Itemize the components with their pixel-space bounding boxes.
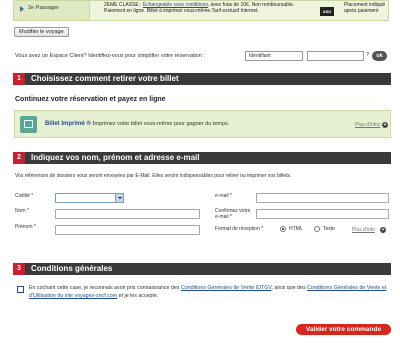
format-html-label: HTML: [289, 226, 303, 232]
chevron-down-icon: [115, 194, 123, 202]
printer-icon: [20, 116, 37, 133]
section-2-title: Indiquez vos nom, prénom et adresse e-ma…: [31, 153, 200, 162]
nom-input[interactable]: [55, 209, 200, 219]
email-label: e-mail *: [215, 193, 232, 199]
fare-conditions: 2EME CLASSE : Echangeable sous condition…: [104, 2, 314, 15]
section-2-number: 2: [13, 152, 25, 164]
plus-icon[interactable]: +: [380, 227, 386, 233]
billet-imprime-description: Imprimez votre billet vous-même pour gag…: [93, 121, 230, 127]
cgv-idtgv-link[interactable]: Conditions Générales de Vente IDTGV: [181, 285, 272, 291]
nom-label: Nom *: [15, 208, 29, 214]
placement-text: Placement indiqué après paiement: [344, 2, 386, 15]
format-texte-label: Texte: [323, 226, 335, 232]
prenom-label: Prénom *: [15, 224, 36, 230]
section-3-title: Conditions générales: [31, 264, 113, 273]
conditions-text: En cochant cette case, je reconnais avoi…: [29, 284, 389, 300]
plus-info-link[interactable]: Plus d'infos: [355, 122, 380, 128]
email-note: Vos références de dossiers vous seront e…: [15, 173, 292, 179]
section-3-number: 3: [13, 263, 25, 275]
email-input[interactable]: [256, 193, 389, 203]
identifiant-input[interactable]: Identifiant: [245, 51, 303, 61]
format-label: Format de réception *: [215, 226, 264, 232]
confirm-email-label: Confirmez votre e-mail *: [215, 208, 251, 220]
exchange-conditions-link[interactable]: Echangeable sous conditions: [143, 2, 208, 8]
format-html-radio[interactable]: [280, 226, 286, 232]
passenger-cell: 2e Passager: [14, 1, 90, 20]
conditions-text-c: et je les accepte.: [117, 293, 159, 299]
help-link[interactable]: ?: [366, 52, 369, 58]
plus-icon[interactable]: +: [382, 122, 388, 128]
arrow-right-icon: [20, 6, 24, 12]
passenger-label: 2e Passager: [28, 5, 59, 11]
billet-imprime-option[interactable]: Billet Imprimé ® : Imprimez votre billet…: [14, 110, 391, 138]
validate-order-button[interactable]: Valider votre commande: [296, 324, 391, 335]
modify-trip-button[interactable]: Modifier le voyage: [14, 27, 69, 37]
conditions-text-a: En cochant cette case, je reconnais avoi…: [29, 285, 181, 291]
section-1-number: 1: [13, 73, 25, 85]
billet-imprime-title: Billet Imprimé ® :: [45, 121, 95, 127]
format-plus-info-link[interactable]: Plus d'info: [352, 227, 375, 233]
fare-class: 2EME CLASSE :: [104, 2, 142, 8]
continue-subtitle: Continuez votre réservation et payez en …: [15, 96, 166, 103]
civilite-label: Civilité *: [15, 193, 34, 199]
accept-conditions-checkbox[interactable]: [17, 286, 24, 293]
espace-client-prompt: Vous avez un Espace Client? Identifiez-v…: [15, 53, 205, 59]
passenger-row: 2e Passager 2EME CLASSE : Echangeable so…: [13, 0, 389, 21]
password-input[interactable]: [307, 51, 364, 61]
section-1-title: Choisissez comment retirer votre billet: [31, 74, 179, 83]
asd-badge: ASD: [320, 7, 334, 16]
conditions-text-b: , ainsi que des: [271, 285, 308, 291]
prenom-input[interactable]: [55, 225, 200, 235]
login-ok-button[interactable]: ok: [372, 51, 387, 61]
section-2-header: 2 Indiquez vos nom, prénom et adresse e-…: [13, 152, 391, 164]
section-3-header: 3 Conditions générales: [13, 263, 391, 275]
confirm-email-input[interactable]: [256, 209, 389, 219]
section-1-header: 1 Choisissez comment retirer votre bille…: [13, 73, 391, 85]
format-texte-radio[interactable]: [314, 226, 320, 232]
civilite-select[interactable]: [55, 193, 124, 203]
